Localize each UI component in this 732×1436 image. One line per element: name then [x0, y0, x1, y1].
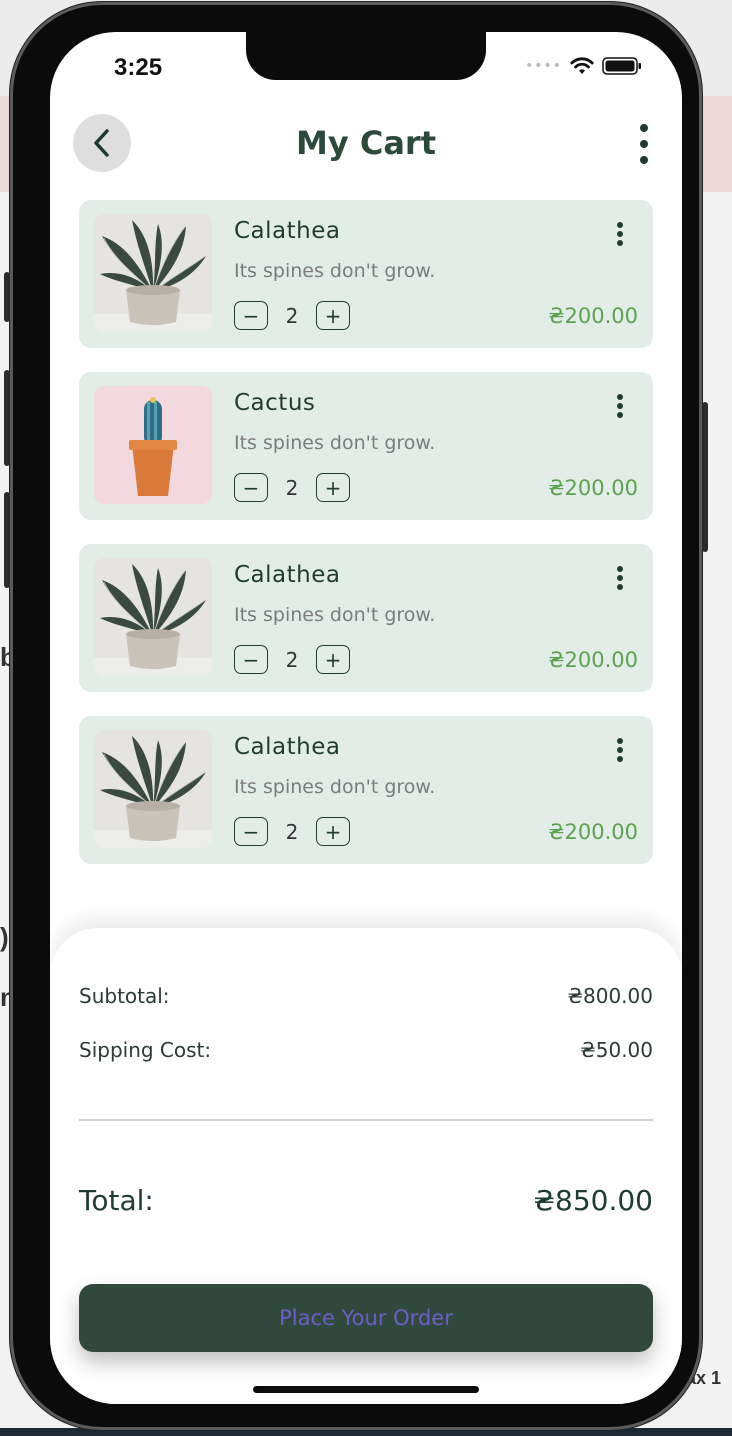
plant-image	[94, 558, 212, 676]
power-button	[702, 402, 708, 552]
item-name: Calathea	[234, 734, 341, 760]
increase-quantity-button[interactable]: +	[316, 817, 350, 846]
item-more-options-button[interactable]	[617, 566, 625, 590]
place-order-button[interactable]: Place Your Order	[79, 1284, 653, 1352]
calathea-image	[94, 730, 212, 848]
decrease-quantity-button[interactable]: −	[234, 473, 268, 502]
more-vertical-icon-dot	[640, 156, 648, 164]
more-vertical-icon	[617, 394, 623, 400]
total-value: ₴850.00	[533, 1184, 653, 1217]
plant-image	[94, 730, 212, 848]
item-more-options-button[interactable]	[617, 222, 625, 246]
battery-icon	[602, 57, 641, 75]
cart-item[interactable]: Calathea Its spines don't grow. − 2 + ₴2…	[79, 200, 653, 348]
plant-image	[94, 214, 212, 332]
quantity-stepper: − 2 +	[234, 817, 350, 846]
more-vertical-icon	[617, 738, 623, 744]
shipping-label: Sipping Cost:	[79, 1038, 212, 1062]
shipping-row: Sipping Cost: ₴50.00	[79, 1038, 653, 1062]
quantity-stepper: − 2 +	[234, 473, 350, 502]
more-vertical-icon	[617, 222, 623, 228]
calathea-image	[94, 214, 212, 332]
item-price: ₴200.00	[548, 648, 638, 672]
subtotal-label: Subtotal:	[79, 984, 170, 1008]
quantity-value: 2	[285, 475, 299, 500]
total-label: Total:	[79, 1184, 154, 1217]
phone-frame: 3:25 •••• My Cart Calathea Its spines do…	[4, 2, 708, 1430]
volume-up-button	[4, 370, 10, 466]
page-title: My Cart	[296, 124, 436, 162]
decrease-quantity-button[interactable]: −	[234, 301, 268, 330]
cart-item[interactable]: Calathea Its spines don't grow. − 2 + ₴2…	[79, 716, 653, 864]
status-icons: ••••	[525, 56, 642, 76]
more-vertical-icon-dot	[617, 584, 623, 590]
decrease-quantity-button[interactable]: −	[234, 645, 268, 674]
item-more-options-button[interactable]	[617, 738, 625, 762]
cart-item[interactable]: Calathea Its spines don't grow. − 2 + ₴2…	[79, 544, 653, 692]
item-more-options-button[interactable]	[617, 394, 625, 418]
more-vertical-icon-dot	[617, 756, 623, 762]
subtotal-row: Subtotal: ₴800.00	[79, 984, 653, 1008]
more-vertical-icon-dot	[617, 747, 623, 753]
quantity-stepper: − 2 +	[234, 645, 350, 674]
background-text-fragment: )	[0, 922, 9, 952]
more-vertical-icon	[640, 124, 648, 132]
quantity-value: 2	[285, 303, 299, 328]
summary-divider	[79, 1119, 653, 1121]
cactus-image	[94, 386, 212, 504]
more-vertical-icon-dot	[617, 412, 623, 418]
mute-switch	[4, 272, 10, 322]
item-description: Its spines don't grow.	[234, 604, 436, 626]
increase-quantity-button[interactable]: +	[316, 645, 350, 674]
quantity-value: 2	[285, 647, 299, 672]
quantity-stepper: − 2 +	[234, 301, 350, 330]
more-vertical-icon-dot	[640, 140, 648, 148]
wifi-icon	[570, 57, 594, 74]
quantity-value: 2	[285, 819, 299, 844]
app-screen: 3:25 •••• My Cart Calathea Its spines do…	[50, 32, 682, 1404]
home-indicator[interactable]	[253, 1386, 479, 1393]
item-name: Cactus	[234, 390, 316, 416]
cart-list: Calathea Its spines don't grow. − 2 + ₴2…	[79, 200, 653, 888]
calathea-image	[94, 558, 212, 676]
more-vertical-icon-dot	[617, 575, 623, 581]
more-vertical-icon-dot	[617, 403, 623, 409]
total-row: Total: ₴850.00	[79, 1184, 653, 1217]
shipping-value: ₴50.00	[580, 1038, 653, 1062]
plant-image	[94, 386, 212, 504]
more-vertical-icon-dot	[617, 231, 623, 237]
cart-item[interactable]: Cactus Its spines don't grow. − 2 + ₴200…	[79, 372, 653, 520]
increase-quantity-button[interactable]: +	[316, 473, 350, 502]
subtotal-value: ₴800.00	[567, 984, 653, 1008]
item-description: Its spines don't grow.	[234, 432, 436, 454]
order-summary-panel: Subtotal: ₴800.00 Sipping Cost: ₴50.00 T…	[50, 928, 682, 1404]
status-time: 3:25	[114, 54, 163, 81]
item-name: Calathea	[234, 218, 341, 244]
notch	[246, 32, 486, 80]
more-options-button[interactable]	[636, 124, 652, 164]
signal-icon: ••••	[524, 58, 562, 74]
more-vertical-icon	[617, 566, 623, 572]
volume-down-button	[4, 492, 10, 588]
item-name: Calathea	[234, 562, 341, 588]
item-description: Its spines don't grow.	[234, 776, 436, 798]
more-vertical-icon-dot	[617, 240, 623, 246]
item-price: ₴200.00	[548, 820, 638, 844]
increase-quantity-button[interactable]: +	[316, 301, 350, 330]
item-price: ₴200.00	[548, 304, 638, 328]
item-description: Its spines don't grow.	[234, 260, 436, 282]
decrease-quantity-button[interactable]: −	[234, 817, 268, 846]
item-price: ₴200.00	[548, 476, 638, 500]
